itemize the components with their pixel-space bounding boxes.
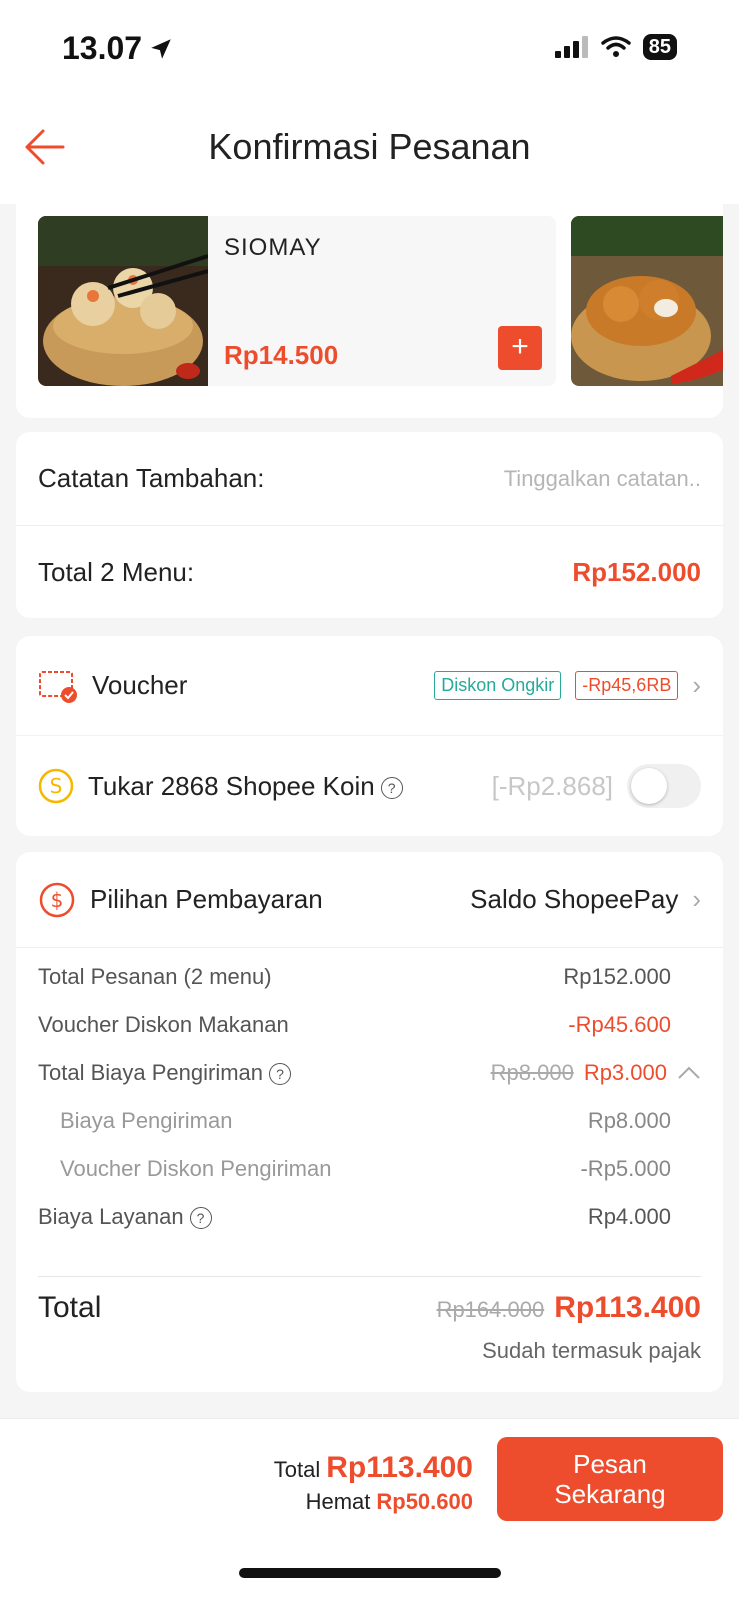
wifi-icon — [601, 36, 631, 57]
order-now-button[interactable]: Pesan Sekarang — [497, 1437, 723, 1521]
dollar-icon: $ — [39, 882, 75, 917]
voucher-card: Voucher Diskon Ongkir -Rp45,6RB › S Tuka… — [16, 636, 723, 836]
siomay-image — [38, 216, 208, 386]
voucher-row[interactable]: Voucher Diskon Ongkir -Rp45,6RB › — [16, 636, 723, 736]
svg-text:$: $ — [51, 888, 64, 912]
delivery-fee-value: Rp8.000 — [587, 1108, 671, 1133]
help-icon[interactable]: ? — [189, 1207, 212, 1230]
location-arrow-icon — [151, 38, 171, 59]
savings-value: Rp50.600 — [376, 1489, 473, 1514]
page-header: Konfirmasi Pesanan — [0, 100, 739, 204]
menu-carousel[interactable]: SIOMAY Rp14.500 + — [16, 204, 723, 418]
add-menu-button[interactable]: + — [498, 326, 542, 370]
clock-text: 13.07 — [62, 30, 143, 66]
payment-method-row[interactable]: $ Pilihan Pembayaran Saldo ShopeePay › — [16, 852, 723, 948]
order-total-value: Rp152.000 — [563, 964, 671, 989]
coins-row: S Tukar 2868 Shopee Koin? [-Rp2.868] — [38, 736, 701, 836]
delivery-old-price: Rp8.000 — [490, 1060, 574, 1085]
discount-amount-tag: -Rp45,6RB — [575, 671, 679, 700]
service-fee-label: Biaya Layanan? — [38, 1204, 212, 1230]
coins-amount: [-Rp2.868] — [491, 770, 613, 801]
food-voucher-row: Voucher Diskon Makanan -Rp45.600 — [38, 1012, 671, 1038]
grand-total-row: Total Rp164.000 Rp113.400 — [38, 1282, 701, 1334]
voucher-icon — [39, 670, 77, 703]
grand-total-old: Rp164.000 — [436, 1297, 545, 1322]
shipping-discount-tag: Diskon Ongkir — [434, 671, 562, 700]
delivery-voucher-value: -Rp5.000 — [580, 1156, 671, 1181]
divider — [38, 1276, 701, 1277]
coins-toggle[interactable] — [627, 764, 701, 808]
delivery-fee-row: Biaya Pengiriman Rp8.000 — [60, 1108, 671, 1134]
delivery-voucher-label: Voucher Diskon Pengiriman — [60, 1156, 332, 1181]
help-icon[interactable]: ? — [269, 1063, 292, 1086]
notes-row[interactable]: Catatan Tambahan: Tinggalkan catatan.. — [16, 432, 723, 526]
help-icon[interactable]: ? — [380, 776, 403, 799]
payment-method-value: Saldo ShopeePay — [470, 884, 679, 914]
chevron-up-icon[interactable] — [677, 1065, 701, 1081]
menu-item-card[interactable]: SIOMAY Rp14.500 + — [38, 216, 556, 386]
menu-item-price: Rp14.500 — [224, 340, 339, 370]
notes-input[interactable]: Tinggalkan catatan.. — [504, 466, 701, 492]
bottom-totals: Total Rp113.400 Hemat Rp50.600 — [274, 1451, 473, 1515]
grand-total-new: Rp113.400 — [554, 1291, 701, 1324]
payment-card: $ Pilihan Pembayaran Saldo ShopeePay › T… — [16, 852, 723, 1392]
fried-chicken-image — [571, 216, 723, 386]
chevron-right-icon: › — [692, 670, 701, 700]
food-voucher-label: Voucher Diskon Makanan — [38, 1012, 289, 1037]
order-total-label: Total Pesanan (2 menu) — [38, 964, 272, 989]
battery-indicator: 85 — [642, 34, 677, 60]
chevron-right-icon: › — [692, 884, 701, 914]
home-indicator[interactable] — [239, 1568, 501, 1578]
status-time: 13.07 — [62, 30, 174, 67]
toggle-knob — [631, 768, 667, 804]
coins-label: Tukar 2868 Shopee Koin? — [88, 771, 403, 802]
voucher-label: Voucher — [92, 670, 188, 700]
grand-total-label: Total — [38, 1291, 102, 1324]
total-menu-value: Rp152.000 — [572, 556, 701, 587]
status-bar: 13.07 85 — [0, 0, 739, 100]
delivery-new-price: Rp3.000 — [583, 1060, 667, 1085]
menu-item-card[interactable] — [571, 216, 723, 386]
order-button-line2: Sekarang — [554, 1479, 666, 1509]
delivery-voucher-row: Voucher Diskon Pengiriman -Rp5.000 — [60, 1156, 671, 1182]
service-fee-value: Rp4.000 — [587, 1204, 671, 1229]
savings-label: Hemat — [305, 1489, 371, 1514]
delivery-fee-label: Biaya Pengiriman — [60, 1108, 233, 1133]
order-button-line1: Pesan — [573, 1449, 647, 1479]
delivery-total-label: Total Biaya Pengiriman? — [38, 1060, 292, 1086]
notes-card: Catatan Tambahan: Tinggalkan catatan.. T… — [16, 432, 723, 618]
shopee-coin-icon: S — [38, 768, 74, 804]
delivery-total-row[interactable]: Total Biaya Pengiriman? Rp8.000 Rp3.000 — [38, 1060, 701, 1086]
signal-icon — [554, 36, 588, 58]
status-icons: 85 — [554, 34, 677, 60]
total-menu-row: Total 2 Menu: Rp152.000 — [38, 526, 701, 618]
page-title: Konfirmasi Pesanan — [208, 126, 531, 167]
menu-item-name: SIOMAY — [224, 234, 322, 261]
tax-note: Sudah termasuk pajak — [482, 1338, 701, 1363]
food-voucher-value: -Rp45.600 — [568, 1012, 671, 1037]
payment-label: Pilihan Pembayaran — [90, 884, 323, 914]
order-total-row: Total Pesanan (2 menu) Rp152.000 — [38, 964, 671, 990]
total-menu-label: Total 2 Menu: — [38, 556, 195, 587]
svg-text:S: S — [50, 774, 63, 798]
service-fee-row: Biaya Layanan? Rp4.000 — [38, 1204, 671, 1230]
bottom-total-label: Total — [273, 1457, 321, 1482]
notes-label: Catatan Tambahan: — [38, 463, 265, 493]
bottom-total-value: Rp113.400 — [326, 1451, 473, 1484]
